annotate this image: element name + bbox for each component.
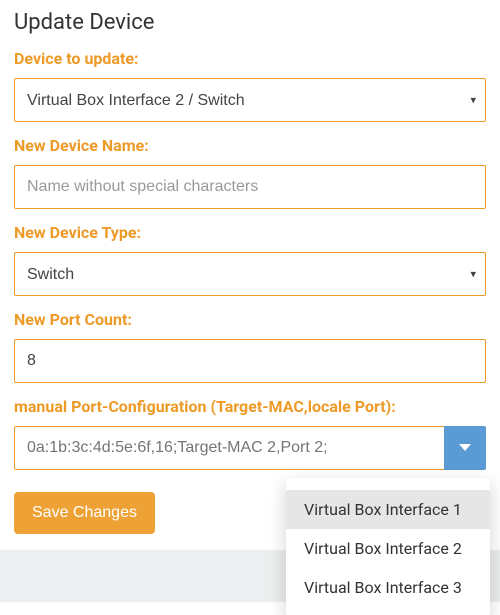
new-device-type-select[interactable]: Switch <box>14 252 486 296</box>
port-config-dropdown-toggle[interactable] <box>444 426 486 470</box>
port-config-dropdown-panel: Virtual Box Interface 1Virtual Box Inter… <box>286 478 490 615</box>
new-device-name-label: New Device Name: <box>14 136 486 155</box>
caret-down-icon <box>459 444 471 452</box>
new-device-name-input[interactable] <box>14 165 486 209</box>
save-changes-button[interactable]: Save Changes <box>14 492 155 534</box>
dropdown-item[interactable]: Virtual Box Interface 3 <box>286 568 490 607</box>
page-title: Update Device <box>14 10 486 35</box>
device-to-update-select[interactable]: Virtual Box Interface 2 / Switch <box>14 78 486 122</box>
port-config-combo <box>14 426 486 470</box>
new-port-count-label: New Port Count: <box>14 310 486 329</box>
dropdown-item[interactable]: Virtual Box Interface 2 <box>286 529 490 568</box>
device-to-update-label: Device to update: <box>14 49 486 68</box>
new-port-count-input[interactable] <box>14 339 486 383</box>
new-device-type-label: New Device Type: <box>14 223 486 242</box>
dropdown-item[interactable]: Virtual Box Interface 1 <box>286 490 490 529</box>
port-config-label: manual Port-Configuration (Target-MAC,lo… <box>14 397 486 416</box>
port-config-input[interactable] <box>14 426 444 470</box>
update-device-form: Update Device Device to update: Virtual … <box>0 0 500 534</box>
